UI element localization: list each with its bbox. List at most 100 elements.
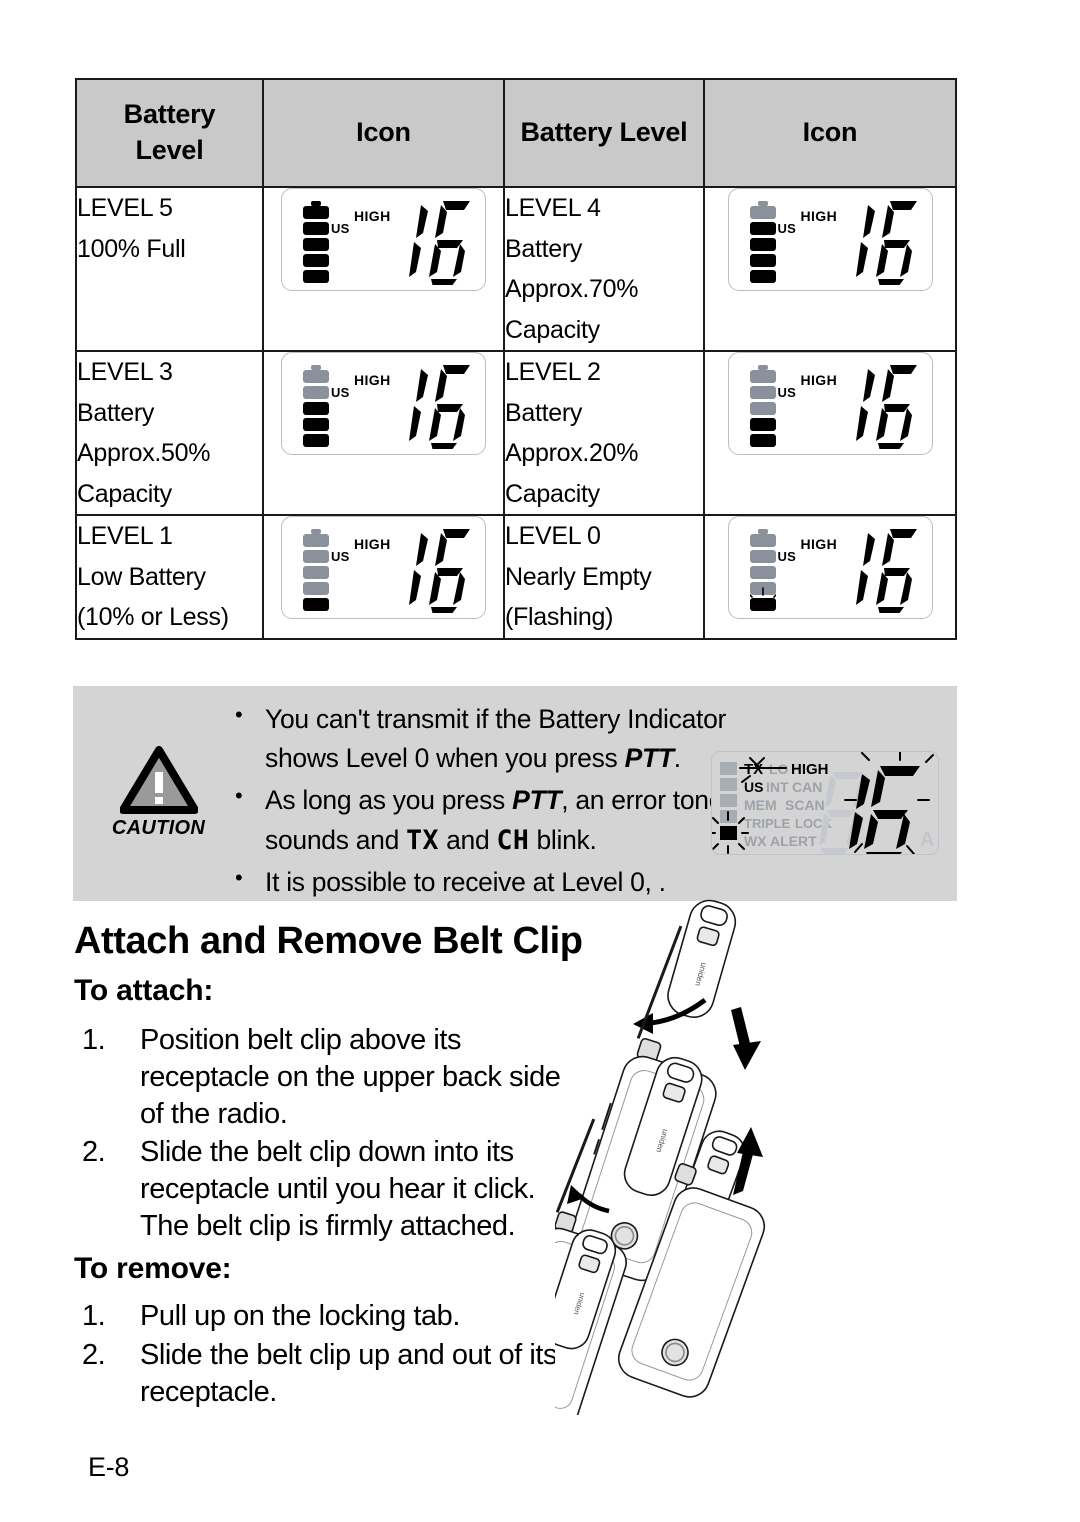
lcd-screen-graphic: TX LO HIGH US INT CAN MEM SCAN TRIPLE LO… xyxy=(712,752,934,854)
battery-level-description: LEVEL 4 Battery Approx.70% Capacity xyxy=(503,186,705,352)
battery-segment xyxy=(749,270,776,283)
svg-text:ALERT: ALERT xyxy=(770,833,817,849)
battery-segment xyxy=(303,370,329,383)
column-header-battery-level-1: Battery Level xyxy=(75,78,264,188)
battery-icon-cell: HIGH US xyxy=(703,350,957,516)
battery-segment xyxy=(749,534,776,547)
battery-level-description: LEVEL 1 Low Battery (10% or Less) xyxy=(75,514,264,640)
battery-level-description: LEVEL 3 Battery Approx.50% Capacity xyxy=(75,350,264,516)
lcd-panel: HIGH US xyxy=(281,188,486,291)
belt-clip-illustration: uniden uniden uniden xyxy=(492,895,805,1428)
lcd-panel: HIGH US xyxy=(727,352,933,455)
battery-level-detail: Approx.20% xyxy=(505,439,639,467)
table-row: LEVEL 5 100% Full HIGH US LEVEL 4 Battery Appr… xyxy=(75,186,957,352)
battery-segment xyxy=(749,206,776,219)
battery-segment xyxy=(749,402,776,415)
attach-steps-list: 1. Position belt clip above its receptacl… xyxy=(74,1022,574,1247)
svg-text:WX: WX xyxy=(744,833,767,849)
battery-level-detail: Nearly Empty xyxy=(505,562,652,591)
caution-box: CAUTION You can't transmit if the Batter… xyxy=(73,686,957,901)
battery-icon-cell: HIGH US xyxy=(262,514,505,640)
battery-segments-icon xyxy=(303,365,329,447)
seven-segment-digits xyxy=(409,201,470,287)
battery-level-description: LEVEL 0 Nearly Empty (Flashing) xyxy=(503,514,705,640)
caution-text: blink. xyxy=(529,824,597,855)
svg-text:TX: TX xyxy=(744,761,763,778)
battery-level-title: LEVEL 5 xyxy=(77,194,173,222)
battery-level-title: LEVEL 0 xyxy=(505,522,601,550)
lcd-us-label: US xyxy=(777,549,796,564)
table-body: LEVEL 5 100% Full HIGH US LEVEL 4 Battery Appr… xyxy=(75,186,957,640)
battery-segment xyxy=(303,254,329,267)
battery-segment xyxy=(303,582,329,595)
lcd-high-label: HIGH xyxy=(354,536,391,552)
battery-level-title: LEVEL 4 xyxy=(505,194,601,222)
lcd-high-label: HIGH xyxy=(800,372,838,388)
radio-belt-clip-diagram: uniden uniden uniden xyxy=(492,899,766,1428)
instruction-step: 2. Slide the belt clip up and out of its … xyxy=(74,1337,574,1411)
lcd-channel-number xyxy=(395,361,473,451)
seven-segment-digits xyxy=(855,201,917,287)
battery-segment xyxy=(749,254,776,267)
battery-level-description: LEVEL 2 Battery Approx.20% Capacity xyxy=(503,350,705,516)
step-number: 1. xyxy=(82,1300,106,1332)
battery-segment xyxy=(303,222,329,235)
svg-text:A: A xyxy=(920,829,934,851)
battery-segment xyxy=(749,386,776,399)
lcd-channel-number xyxy=(395,197,473,287)
battery-level-table: Battery Level Icon Battery Level Icon LE… xyxy=(75,78,957,640)
table-row: LEVEL 1 Low Battery (10% or Less) HIGH US LEV… xyxy=(75,514,957,640)
lcd-high-label: HIGH xyxy=(354,208,391,224)
blinking-indicator-text: TX xyxy=(406,824,440,856)
battery-segment xyxy=(303,386,329,399)
lcd-digits xyxy=(849,766,920,854)
battery-segment xyxy=(303,598,329,611)
remove-steps-list: 1. Pull up on the locking tab. 2. Slide the… xyxy=(74,1298,574,1412)
svg-text:MEM: MEM xyxy=(744,797,777,813)
step-text: Pull up on the locking tab. xyxy=(140,1300,460,1332)
page-number: E-8 xyxy=(88,1452,130,1482)
battery-icon-cell: HIGH US xyxy=(262,350,505,516)
battery-segment xyxy=(303,434,329,447)
instruction-step: 2. Slide the belt clip down into its rece… xyxy=(74,1134,574,1244)
battery-level-detail: Approx.50% xyxy=(77,439,211,467)
battery-level-detail: Battery xyxy=(77,398,155,427)
battery-segment xyxy=(303,418,329,431)
caution-text: . xyxy=(673,743,681,774)
battery-segment xyxy=(749,370,776,383)
attach-heading: To attach: xyxy=(74,974,214,1007)
battery-level-title: LEVEL 3 xyxy=(77,358,173,386)
lcd-channel-number xyxy=(395,525,473,615)
battery-icon-cell: HIGH US xyxy=(703,514,957,640)
battery-level-description: LEVEL 5 100% Full xyxy=(75,186,264,352)
lcd-high-label: HIGH xyxy=(800,536,838,552)
step-number: 2. xyxy=(82,1338,106,1371)
lcd-us-label: US xyxy=(331,221,350,236)
battery-level-detail: 100% Full xyxy=(77,234,186,263)
caution-lcd-display: TX LO HIGH US INT CAN MEM SCAN TRIPLE LO… xyxy=(711,751,939,855)
seven-segment-digits xyxy=(855,529,917,615)
battery-level-detail: Approx.70% xyxy=(505,275,639,303)
battery-segments-icon xyxy=(749,365,776,447)
battery-level-detail: Capacity xyxy=(77,479,172,508)
battery-segment xyxy=(303,550,329,563)
battery-level-detail: Low Battery xyxy=(77,562,206,591)
header-line-2: Level xyxy=(135,135,204,165)
lcd-panel: HIGH US xyxy=(281,516,486,619)
battery-level-detail: Battery xyxy=(505,234,583,263)
header-line-1: Battery xyxy=(123,99,216,130)
battery-segment xyxy=(749,418,776,431)
svg-text:US: US xyxy=(744,779,763,795)
caution-bullet-list: You can't transmit if the Battery Indica… xyxy=(223,699,783,905)
step-text: Slide the belt clip down into its recept… xyxy=(140,1136,536,1243)
caution-text: It is possible to receive at Level 0, . xyxy=(265,866,666,897)
step-number: 1. xyxy=(82,1024,106,1056)
caution-marker: CAUTION xyxy=(91,746,226,840)
svg-text:TRIPLE: TRIPLE xyxy=(744,816,791,831)
lcd-us-label: US xyxy=(331,385,350,400)
lcd-high-label: HIGH xyxy=(354,372,391,388)
caution-text: As long as you press xyxy=(265,785,513,816)
battery-segment xyxy=(749,222,776,235)
lcd-us-label: US xyxy=(331,549,350,564)
table-header-row: Battery Level Icon Battery Level Icon xyxy=(75,78,957,188)
